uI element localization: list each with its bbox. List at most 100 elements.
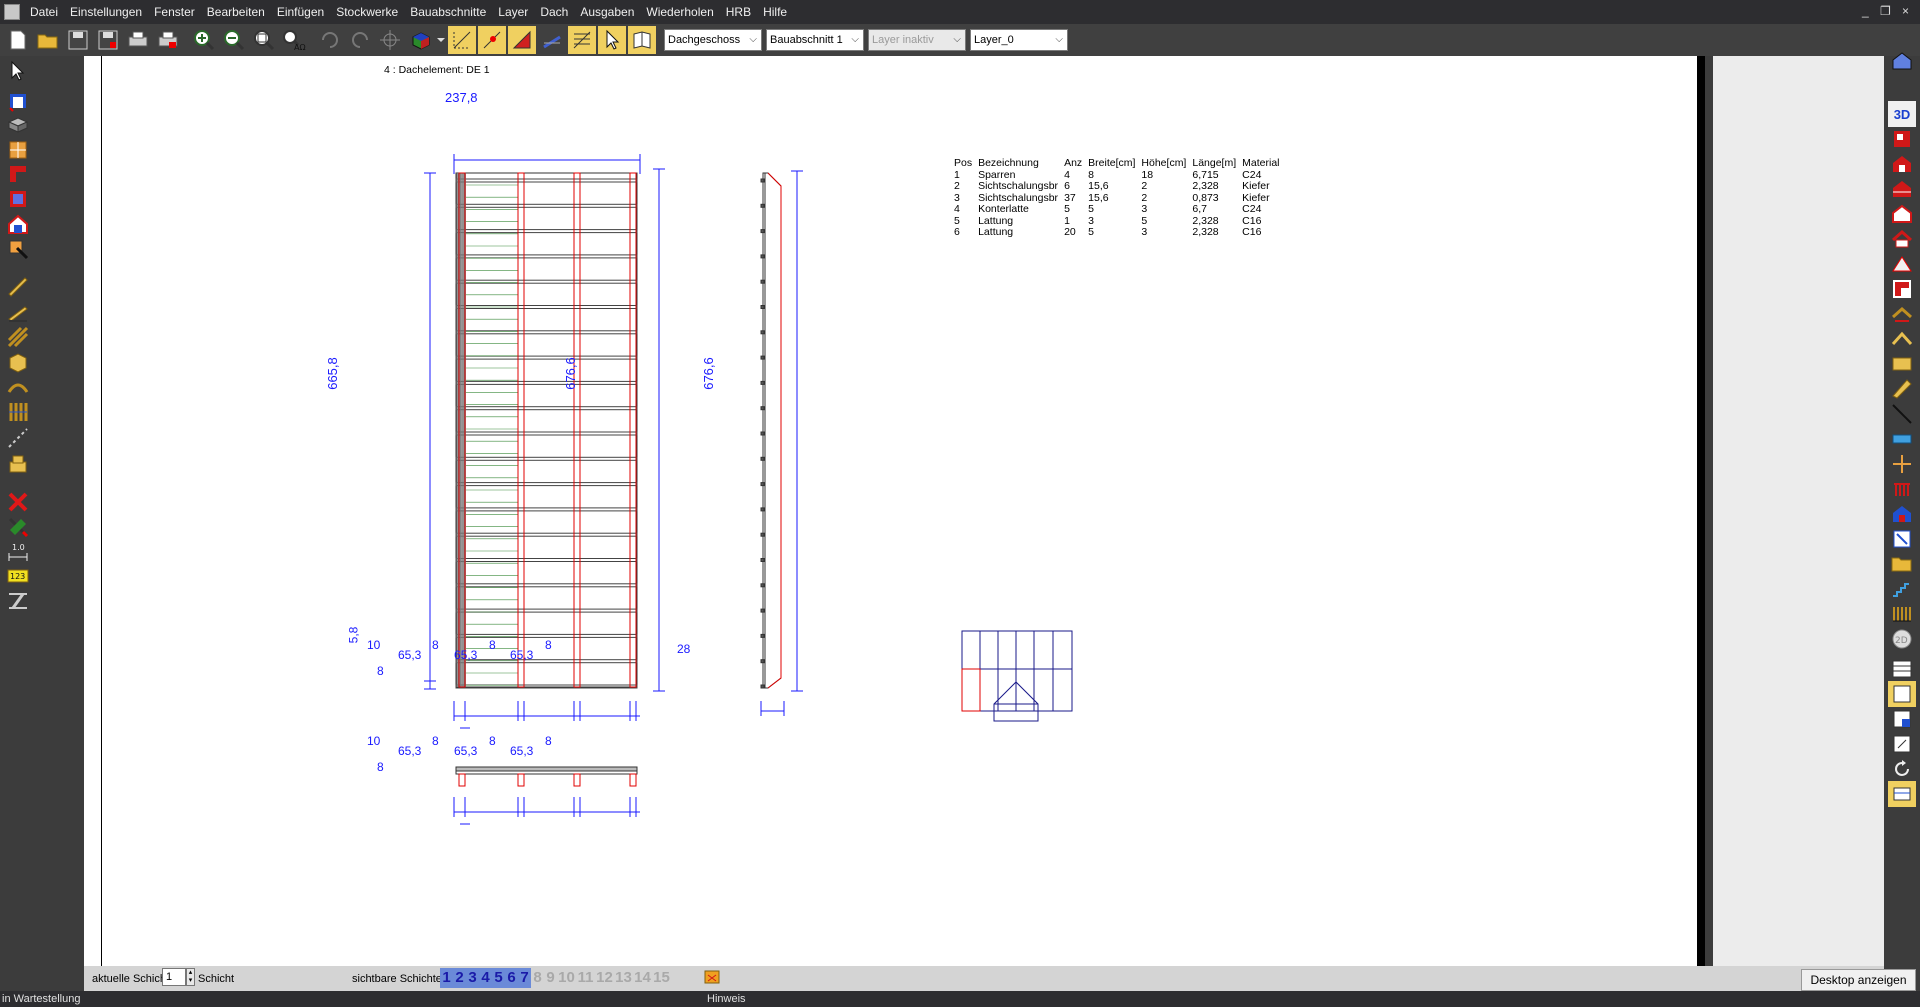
print-preview-icon[interactable] (154, 26, 182, 54)
rafter-tool-icon[interactable] (4, 299, 32, 325)
layer-stepper[interactable]: ▴ ▾ (186, 968, 195, 986)
select-pointer-icon[interactable] (598, 26, 626, 54)
warning-icon[interactable] (704, 969, 720, 988)
undo-icon[interactable] (316, 26, 344, 54)
ruler-icon[interactable] (1888, 426, 1916, 452)
layer-toggle-active[interactable]: 5 (492, 968, 505, 988)
layer-toggle-active[interactable]: 7 (518, 968, 531, 988)
snap-area-icon[interactable] (508, 26, 536, 54)
list-view-icon[interactable] (1888, 656, 1916, 682)
transform-icon[interactable] (1888, 526, 1916, 552)
menu-dach[interactable]: Dach (534, 0, 574, 24)
layer-toggle-active[interactable]: 4 (479, 968, 492, 988)
stud-wall-icon[interactable] (4, 399, 32, 425)
house-front-icon[interactable] (1888, 151, 1916, 177)
save-icon[interactable] (64, 26, 92, 54)
line-tool-icon[interactable] (1888, 401, 1916, 427)
crosshair-icon[interactable] (376, 26, 404, 54)
menu-hrb[interactable]: HRB (720, 0, 757, 24)
house-section-icon[interactable] (1888, 176, 1916, 202)
zoom-out-icon[interactable] (220, 26, 248, 54)
layer-toggle-inactive[interactable]: 10 (557, 968, 576, 988)
window-tool-icon[interactable] (4, 137, 32, 163)
snap-line-icon[interactable] (538, 26, 566, 54)
stair-blue-icon[interactable] (1888, 576, 1916, 602)
page-resize-icon[interactable] (1888, 731, 1916, 757)
zoom-text-icon[interactable]: AΩ (280, 26, 308, 54)
corner-tool-icon[interactable] (4, 161, 32, 187)
roof-edit-icon[interactable] (1888, 251, 1916, 277)
beam-diag-icon[interactable] (1888, 376, 1916, 402)
layer-toggle-active[interactable]: 1 (440, 968, 453, 988)
layer-toggle-inactive[interactable]: 8 (531, 968, 544, 988)
dormer-icon[interactable] (1888, 301, 1916, 327)
book-icon[interactable] (628, 26, 656, 54)
timber-box-icon[interactable] (4, 349, 32, 375)
open-folder-icon[interactable] (34, 26, 62, 54)
panel-icon[interactable] (1888, 351, 1916, 377)
tools-icon[interactable] (4, 514, 32, 540)
3d-mode-icon[interactable]: 3D (1888, 101, 1916, 127)
snap-point-icon[interactable] (478, 26, 506, 54)
layer-toggle-inactive[interactable]: 14 (633, 968, 652, 988)
current-layer-input[interactable]: 1 (162, 968, 186, 986)
layer-toggle-active[interactable]: 3 (466, 968, 479, 988)
dimension-icon[interactable]: 1.0 (4, 539, 32, 565)
menu-einfuegen[interactable]: Einfügen (271, 0, 330, 24)
3d-view-icon[interactable] (406, 26, 434, 54)
page-icon[interactable] (1888, 706, 1916, 732)
print-icon[interactable] (124, 26, 152, 54)
numbering-icon[interactable]: 123 (4, 563, 32, 589)
railing-icon[interactable] (1888, 476, 1916, 502)
grid-timber-icon[interactable] (1888, 601, 1916, 627)
arch-tool-icon[interactable] (4, 374, 32, 400)
layer-toggle-inactive[interactable]: 13 (614, 968, 633, 988)
snap-grid-icon[interactable] (448, 26, 476, 54)
truss-tool-icon[interactable] (4, 324, 32, 350)
drawing-canvas[interactable]: 4 : Dachelement: DE 1 237,8 665,8 676,6 … (84, 56, 1705, 966)
menu-einstellungen[interactable]: Einstellungen (64, 0, 148, 24)
dropdown-arrow-icon[interactable] (436, 26, 446, 54)
menu-bearbeiten[interactable]: Bearbeiten (201, 0, 271, 24)
menu-wiederholen[interactable]: Wiederholen (640, 0, 719, 24)
wall-tool-icon[interactable] (4, 88, 32, 114)
new-file-icon[interactable] (4, 26, 32, 54)
layer-toggle-active[interactable]: 6 (505, 968, 518, 988)
layer-toggle-active[interactable]: 2 (453, 968, 466, 988)
section-select[interactable]: Bauabschnitt 1 ⌵ (766, 29, 864, 51)
zoom-in-icon[interactable] (190, 26, 218, 54)
menu-hilfe[interactable]: Hilfe (757, 0, 793, 24)
select-arrow-icon[interactable] (4, 58, 32, 84)
house-outline-icon[interactable] (1888, 201, 1916, 227)
layer-toggle-inactive[interactable]: 11 (576, 968, 595, 988)
stair-tool-icon[interactable] (4, 236, 32, 262)
menu-ausgaben[interactable]: Ausgaben (574, 0, 640, 24)
folder-icon[interactable] (1888, 551, 1916, 577)
roof-frame-icon[interactable] (1888, 326, 1916, 352)
house-edit-icon[interactable] (4, 211, 32, 237)
menu-datei[interactable]: Datei (24, 0, 64, 24)
snap-ortho-icon[interactable] (568, 26, 596, 54)
menu-fenster[interactable]: Fenster (148, 0, 201, 24)
slab-tool-icon[interactable] (4, 112, 32, 138)
layer-select[interactable]: Layer_0 ⌵ (970, 29, 1068, 51)
2d-mode-icon[interactable]: 2D (1888, 626, 1916, 652)
stack-tool-icon[interactable] (4, 450, 32, 476)
house-roof-icon[interactable] (1888, 226, 1916, 252)
corner-red-icon[interactable] (1888, 276, 1916, 302)
menu-bauabschnitte[interactable]: Bauabschnitte (404, 0, 492, 24)
app-icon[interactable] (4, 4, 20, 20)
section-tool-icon[interactable] (4, 588, 32, 614)
minimize-button[interactable]: _ (1862, 4, 1869, 18)
menu-layer[interactable]: Layer (492, 0, 534, 24)
frame-view-icon[interactable] (1888, 681, 1916, 707)
room-tool-icon[interactable] (4, 186, 32, 212)
house-blue-icon[interactable] (1888, 501, 1916, 527)
layer-pane-icon[interactable] (1888, 781, 1916, 807)
save-as-icon[interactable] (94, 26, 122, 54)
zoom-window-icon[interactable] (250, 26, 278, 54)
layer-toggle-inactive[interactable]: 15 (652, 968, 671, 988)
restore-button[interactable]: ❐ (1880, 4, 1891, 18)
refresh-icon[interactable] (1888, 756, 1916, 782)
layer-toggle-inactive[interactable]: 12 (595, 968, 614, 988)
